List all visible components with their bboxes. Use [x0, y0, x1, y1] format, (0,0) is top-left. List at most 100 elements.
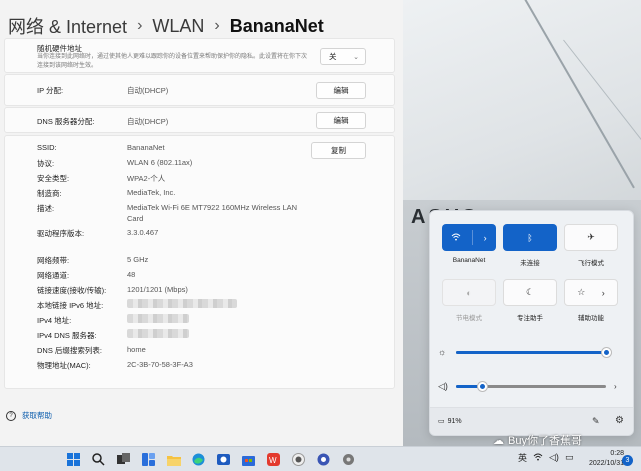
prop-label: 网络通道: [37, 271, 70, 280]
tile-label-accessibility: 辅助功能 [578, 315, 604, 322]
brightness-icon: ☼ [438, 347, 447, 357]
settings-window: 网络 & Internet › WLAN › BananaNet 随机硬件地址 … [0, 0, 403, 446]
dns-assignment-label: DNS 服务器分配: [37, 117, 95, 126]
airplane-icon: ✈ [587, 232, 595, 242]
system-tray[interactable]: 英 ◁) ▭ [518, 451, 573, 464]
volume-slider[interactable] [456, 381, 606, 391]
accessibility-icon: ☆ [577, 287, 586, 297]
prop-value: MediaTek Wi-Fi 6E MT7922 160MHz Wireless… [127, 203, 298, 223]
edit-pencil-icon[interactable]: ✎ [592, 416, 600, 427]
tile-label-battery-saver: 节电模式 [456, 315, 482, 322]
chevron-right-icon[interactable]: › [484, 233, 487, 243]
taskbar-apps: W [64, 450, 358, 469]
prop-label: 本地链接 IPv6 地址: [37, 301, 104, 310]
prop-value: 1201/1201 (Mbps) [127, 285, 188, 294]
prop-label: 制造商: [37, 189, 62, 198]
random-hw-dropdown[interactable]: 关 ⌄ [320, 48, 366, 65]
widgets-icon[interactable] [139, 450, 158, 469]
random-hw-value: 关 [329, 52, 337, 61]
clock[interactable]: 0:28 2022/10/31 [584, 449, 624, 469]
copy-button[interactable]: 复制 [311, 142, 366, 159]
prop-label: 安全类型: [37, 174, 70, 183]
wifi-status-icon[interactable] [533, 453, 543, 463]
battery-tray-icon[interactable]: ▭ [565, 452, 574, 463]
breadcrumb-separator-icon: › [214, 17, 220, 34]
properties-card: 复制 SSID: BananaNet 协议: WLAN 6 (802.11ax)… [4, 135, 395, 389]
edit-dns-button[interactable]: 编辑 [316, 112, 366, 129]
breadcrumb-separator-icon: › [137, 17, 143, 34]
taskbar: W 英 ◁) ▭ 0:28 2022/10/31 3 [0, 446, 641, 471]
dns-assignment-value: 自动(DHCP) [127, 117, 169, 126]
quick-settings-footer: ▭ 91% ✎ ⚙ [430, 407, 633, 435]
accessibility-tile[interactable]: ☆ › [564, 279, 618, 306]
redacted-ipv6 [127, 299, 237, 308]
prop-value: 2C-3B-70-58-3F-A3 [127, 360, 193, 369]
task-view-icon[interactable] [114, 450, 133, 469]
gear-icon[interactable]: ⚙ [615, 415, 624, 426]
prop-label: IPv4 地址: [37, 316, 72, 325]
wechat-icon: ☁ [493, 434, 504, 447]
bluetooth-icon: ᛒ [527, 232, 533, 243]
prop-label: 描述: [37, 204, 55, 213]
settings-app-icon[interactable] [339, 450, 358, 469]
ip-assignment-value: 自动(DHCP) [127, 86, 169, 95]
tile-label-bluetooth: 未连接 [520, 260, 540, 267]
prop-label: 物理地址(MAC): [37, 361, 91, 370]
volume-row: ◁) › [438, 379, 628, 393]
bluetooth-tile[interactable]: ᛒ [503, 224, 557, 251]
svg-text:W: W [269, 456, 277, 465]
breadcrumb-network[interactable]: 网络 & Internet [8, 13, 127, 39]
prop-value: 5 GHz [127, 255, 149, 264]
edge-icon[interactable] [189, 450, 208, 469]
focus-assist-tile[interactable]: ☾ [503, 279, 557, 306]
tile-label-airplane: 飞行模式 [578, 260, 604, 267]
breadcrumb-current: BananaNet [229, 15, 324, 36]
volume-icon[interactable]: ◁) [549, 452, 559, 463]
prop-value: BananaNet [127, 143, 165, 152]
redacted-ipv4 [127, 314, 189, 323]
prop-label: 网络频带: [37, 256, 70, 265]
brightness-thumb[interactable] [602, 347, 611, 357]
notification-badge[interactable]: 3 [622, 455, 633, 466]
battery-saver-icon: ◐ [466, 287, 472, 298]
clock-date: 2022/10/31 [588, 460, 624, 467]
moon-icon: ☾ [525, 287, 535, 297]
wps-icon[interactable]: W [264, 450, 283, 469]
battery-status[interactable]: ▭ 91% [438, 417, 462, 426]
quick-settings-flyout: › ᛒ ✈ BananaNet 未连接 飞行模式 ◐ ☾ ☆ › 节电模式 专注… [429, 210, 634, 436]
prop-value: home [127, 345, 146, 354]
input-language[interactable]: 英 [518, 451, 527, 464]
store-icon[interactable] [239, 450, 258, 469]
breadcrumb-wlan[interactable]: WLAN [152, 16, 204, 37]
ip-assignment-label: IP 分配: [37, 86, 64, 95]
prop-label: 协议: [37, 159, 55, 168]
speaker-icon: ◁) [438, 380, 448, 391]
browser-icon[interactable] [314, 450, 333, 469]
battery-saver-tile[interactable]: ◐ [442, 279, 496, 306]
battery-percent: 91% [447, 417, 462, 425]
battery-icon: ▭ [438, 418, 445, 425]
tile-label-wifi: BananaNet [452, 257, 486, 264]
random-hw-description: 当你连接到此网络时，通过使其他人更难以跟踪你的设备位置来帮助保护你的隐私。此设置… [37, 54, 308, 69]
chevron-right-icon[interactable]: › [614, 382, 617, 391]
airplane-tile[interactable]: ✈ [564, 224, 618, 251]
wifi-icon [451, 233, 461, 243]
brightness-slider[interactable] [456, 347, 611, 357]
redacted-ipv4-dns [127, 329, 189, 338]
ip-assignment-card: IP 分配: 自动(DHCP) 编辑 [4, 74, 395, 106]
prop-label: SSID: [37, 143, 57, 152]
prop-value: 3.3.0.467 [127, 228, 159, 237]
prop-value: 48 [127, 270, 136, 279]
get-help-link[interactable]: ? 获取帮助 [6, 410, 52, 421]
search-icon[interactable] [89, 450, 108, 469]
chevron-right-icon[interactable]: › [602, 288, 605, 298]
breadcrumb: 网络 & Internet › WLAN › BananaNet [8, 12, 324, 40]
wifi-tile[interactable]: › [442, 224, 496, 251]
edit-ip-button[interactable]: 编辑 [316, 82, 366, 99]
volume-thumb[interactable] [477, 381, 487, 391]
file-explorer-icon[interactable] [164, 450, 183, 469]
dns-assignment-card: DNS 服务器分配: 自动(DHCP) 编辑 [4, 107, 395, 133]
app-icon[interactable] [289, 450, 308, 469]
photo-app-icon[interactable] [214, 450, 233, 469]
start-icon[interactable] [64, 450, 83, 469]
